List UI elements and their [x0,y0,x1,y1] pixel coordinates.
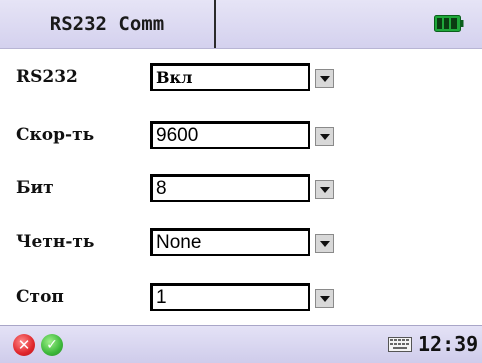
baud-rate-select[interactable]: 9600 [150,121,310,149]
baud-rate-label: Скор-ть [16,125,95,145]
clock: 12:39 [418,332,479,356]
chevron-down-icon[interactable] [315,234,334,253]
battery-full-icon [434,15,464,32]
row-data-bits: Бит 8 [0,174,482,208]
stop-bits-select[interactable]: 1 [150,283,310,311]
stop-bits-label: Стоп [16,287,64,307]
chevron-down-icon[interactable] [315,69,334,88]
row-rs232: RS232 Вкл [0,63,482,97]
cancel-icon[interactable]: ✕ [13,334,35,356]
row-parity: Четн-ть None [0,228,482,262]
data-bits-select[interactable]: 8 [150,174,310,202]
chevron-down-icon[interactable] [315,289,334,308]
chevron-down-icon[interactable] [315,180,334,199]
title-bar: RS232 Comm [0,0,482,49]
parity-select[interactable]: None [150,228,310,256]
rs232-select[interactable]: Вкл [150,63,310,91]
chevron-down-icon[interactable] [315,127,334,146]
parity-label: Четн-ть [16,232,95,252]
ok-icon[interactable]: ✓ [41,334,63,356]
rs232-label: RS232 [16,67,78,87]
status-bar: ✕ ✓ 12:39 [0,325,482,363]
row-baud-rate: Скор-ть 9600 [0,121,482,155]
window-title: RS232 Comm [0,0,216,48]
data-bits-label: Бит [16,178,54,198]
keyboard-icon[interactable] [388,337,412,352]
row-stop-bits: Стоп 1 [0,283,482,317]
